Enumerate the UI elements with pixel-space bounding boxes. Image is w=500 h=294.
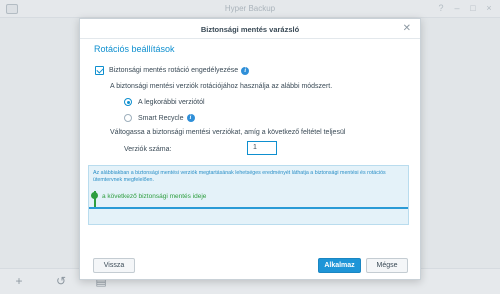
apply-button[interactable]: Alkalmaz [318, 258, 361, 273]
version-count-row: Verziók száma: [124, 146, 171, 153]
enable-rotation-row[interactable]: Biztonsági mentés rotáció engedélyezése … [95, 66, 250, 75]
condition-text: Váltogassa a biztonsági mentési verzióka… [110, 129, 346, 136]
version-count-input[interactable]: 1 [247, 141, 277, 155]
rotation-method-desc: A biztonsági mentési verziók rotációjáho… [110, 83, 332, 90]
option-earliest-version[interactable]: A legkorábbi verziótól [124, 98, 205, 106]
section-title: Rotációs beállítások [94, 44, 175, 54]
cancel-button[interactable]: Mégse [366, 258, 408, 273]
condition-desc: Váltogassa a biztonsági mentési verzióka… [110, 129, 345, 136]
retention-timeline: Az alábbiakban a biztonsági mentési verz… [88, 165, 409, 225]
timeline-description: Az alábbiakban a biztonsági mentési verz… [93, 170, 386, 183]
next-backup-marker-dot [91, 192, 98, 199]
next-backup-label: a következő biztonsági mentés ideje [102, 193, 207, 200]
info-icon[interactable]: i [241, 66, 250, 75]
info-icon[interactable]: i [186, 114, 195, 122]
radio-earliest-version[interactable] [124, 98, 132, 106]
close-icon[interactable]: ✕ [403, 23, 411, 34]
option-smart-recycle-label: Smart Recycle [138, 114, 184, 122]
option-earliest-version-label: A legkorábbi verziótól [138, 98, 205, 106]
timeline-axis [89, 207, 408, 209]
dialog-header: Biztonsági mentés varázsló ✕ [80, 19, 420, 39]
enable-rotation-label: Biztonsági mentés rotáció engedélyezése [109, 67, 239, 74]
option-smart-recycle[interactable]: Smart Recycle i [124, 114, 195, 122]
back-button[interactable]: Vissza [93, 258, 135, 273]
rotation-method-text: A biztonsági mentési verziók rotációjáho… [110, 83, 333, 90]
version-count-label: Verziók száma: [124, 146, 172, 153]
enable-rotation-checkbox[interactable] [95, 66, 104, 75]
radio-smart-recycle[interactable] [124, 114, 132, 122]
dialog-title: Biztonsági mentés varázsló [200, 25, 300, 34]
